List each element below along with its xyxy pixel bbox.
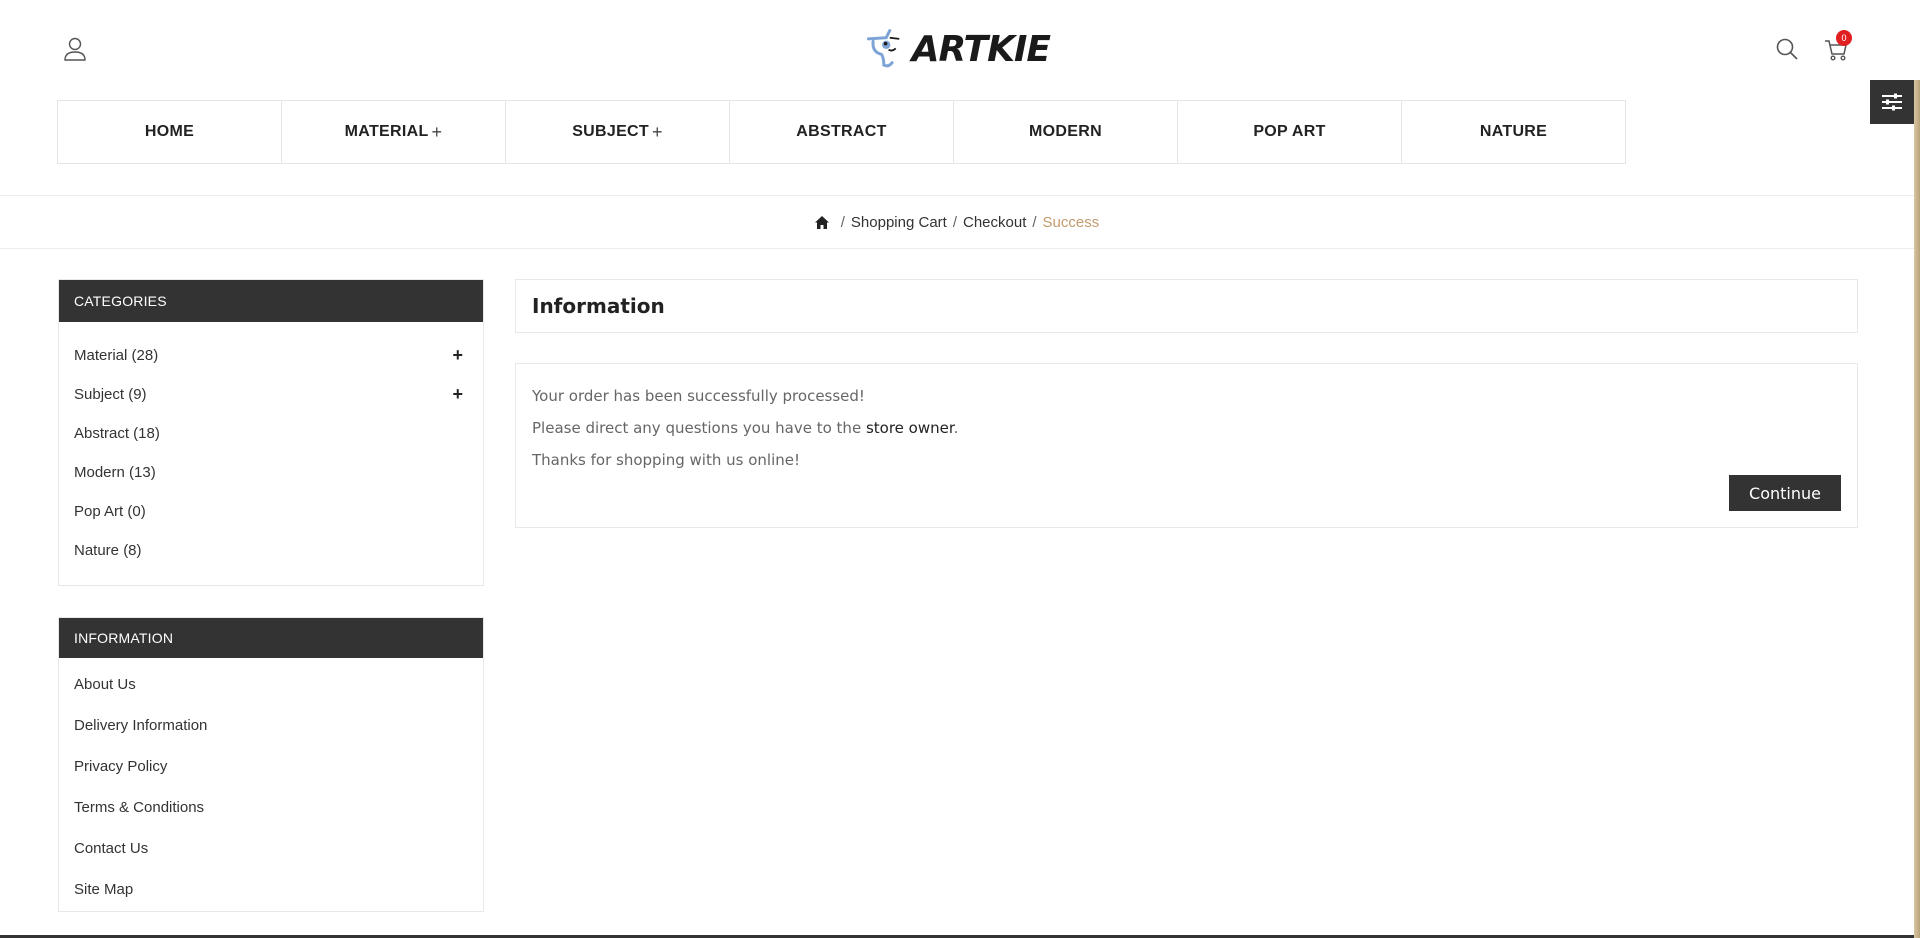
info-link-privacy-policy[interactable]: Privacy Policy xyxy=(59,746,483,787)
category-label: Material (28) xyxy=(74,347,159,364)
category-item-material[interactable]: Material (28) + xyxy=(59,336,483,375)
theme-settings-button[interactable] xyxy=(1870,80,1914,124)
nav-item-label: ABSTRACT xyxy=(796,123,887,140)
category-label: Subject (9) xyxy=(74,386,147,403)
expand-plus-icon[interactable]: + xyxy=(452,345,463,366)
site-logo[interactable]: ARTKIE xyxy=(866,14,1051,84)
expand-plus-icon[interactable]: + xyxy=(452,384,463,405)
breadcrumb: / Shopping Cart / Checkout / Success xyxy=(0,195,1914,249)
breadcrumb-separator: / xyxy=(1032,213,1037,231)
page-title: Information xyxy=(532,294,665,318)
info-link-terms-conditions[interactable]: Terms & Conditions xyxy=(59,787,483,828)
main-navigation: HOME MATERIAL + SUBJECT + ABSTRACT MODER… xyxy=(57,100,1626,164)
page-edge-decoration xyxy=(1914,80,1920,938)
user-account-icon[interactable] xyxy=(63,36,87,62)
nav-item-pop-art[interactable]: POP ART xyxy=(1178,101,1402,163)
nav-item-label: POP ART xyxy=(1253,123,1326,140)
nav-item-home[interactable]: HOME xyxy=(58,101,282,163)
contact-message-prefix: Please direct any questions you have to … xyxy=(532,419,866,437)
info-link-delivery-information[interactable]: Delivery Information xyxy=(59,705,483,746)
cart-count-badge: 0 xyxy=(1836,30,1852,46)
nav-item-nature[interactable]: NATURE xyxy=(1402,101,1625,163)
categories-panel: CATEGORIES Material (28) + Subject (9) +… xyxy=(58,279,484,586)
breadcrumb-shopping-cart[interactable]: Shopping Cart xyxy=(851,214,947,231)
nav-item-label: MATERIAL xyxy=(344,123,429,140)
information-list: About Us Delivery Information Privacy Po… xyxy=(59,658,483,910)
success-message: Your order has been successfully process… xyxy=(532,387,865,405)
category-label: Modern (13) xyxy=(74,464,156,481)
nav-item-material[interactable]: MATERIAL + xyxy=(282,101,506,163)
nav-item-label: NATURE xyxy=(1479,123,1548,140)
category-label: Pop Art (0) xyxy=(74,503,146,520)
breadcrumb-separator: / xyxy=(952,213,957,231)
category-item-abstract[interactable]: Abstract (18) xyxy=(59,414,483,453)
expand-plus-icon: + xyxy=(651,121,663,142)
info-link-contact-us[interactable]: Contact Us xyxy=(59,828,483,869)
categories-list: Material (28) + Subject (9) + Abstract (… xyxy=(59,322,483,570)
success-message-panel: Your order has been successfully process… xyxy=(515,363,1858,528)
store-owner-link[interactable]: store owner xyxy=(866,419,954,437)
nav-item-label: MODERN xyxy=(1029,123,1102,140)
category-item-modern[interactable]: Modern (13) xyxy=(59,453,483,492)
category-label: Nature (8) xyxy=(74,542,142,559)
search-icon[interactable] xyxy=(1775,37,1799,61)
nav-item-abstract[interactable]: ABSTRACT xyxy=(730,101,954,163)
information-title: INFORMATION xyxy=(59,618,483,658)
info-link-about-us[interactable]: About Us xyxy=(59,664,483,705)
breadcrumb-checkout[interactable]: Checkout xyxy=(963,214,1026,231)
site-header: ARTKIE 0 xyxy=(0,0,1920,100)
nav-item-label: HOME xyxy=(144,123,195,140)
breadcrumb-current[interactable]: Success xyxy=(1043,214,1100,231)
contact-message: Please direct any questions you have to … xyxy=(532,412,1841,444)
sliders-icon xyxy=(1882,93,1902,111)
nav-item-modern[interactable]: MODERN xyxy=(954,101,1178,163)
category-item-subject[interactable]: Subject (9) + xyxy=(59,375,483,414)
category-label: Abstract (18) xyxy=(74,425,160,442)
category-item-pop-art[interactable]: Pop Art (0) xyxy=(59,492,483,531)
categories-title: CATEGORIES xyxy=(59,280,483,322)
breadcrumb-separator: / xyxy=(840,213,845,231)
expand-plus-icon: + xyxy=(431,121,443,142)
contact-message-suffix: . xyxy=(953,419,959,437)
category-item-nature[interactable]: Nature (8) xyxy=(59,531,483,570)
thanks-message: Thanks for shopping with us online! xyxy=(532,451,800,469)
page-title-box: Information xyxy=(515,279,1858,333)
info-link-site-map[interactable]: Site Map xyxy=(59,869,483,910)
logo-text: ARTKIE xyxy=(911,28,1051,70)
continue-button[interactable]: Continue xyxy=(1729,475,1841,511)
nav-item-label: SUBJECT xyxy=(572,123,649,140)
information-panel: INFORMATION About Us Delivery Informatio… xyxy=(58,617,484,912)
home-icon[interactable] xyxy=(814,215,829,229)
logo-mark-icon xyxy=(866,29,900,68)
nav-item-subject[interactable]: SUBJECT + xyxy=(506,101,730,163)
